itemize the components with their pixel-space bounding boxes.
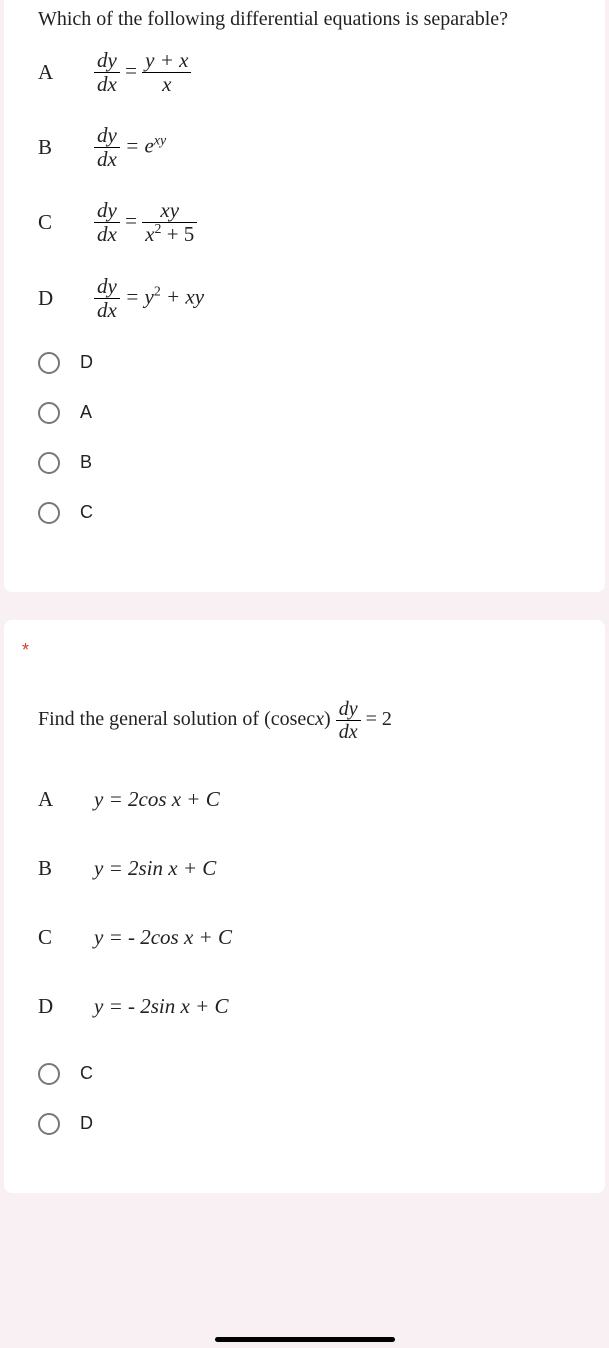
- home-indicator: [215, 1337, 395, 1342]
- radio-icon[interactable]: [38, 352, 60, 374]
- equation-math: dydx = y2 + xy: [94, 275, 204, 322]
- answer-options: C D: [38, 1063, 581, 1135]
- equation-row: B y = 2sin x + C: [38, 856, 581, 881]
- answer-option[interactable]: C: [38, 502, 581, 524]
- answer-options: D A B C: [38, 352, 581, 524]
- radio-icon[interactable]: [38, 502, 60, 524]
- equation-list: A y = 2cos x + C B y = 2sin x + C C y = …: [38, 787, 581, 1019]
- radio-icon[interactable]: [38, 452, 60, 474]
- equation-math: dydx = y + xx: [94, 49, 191, 96]
- radio-icon[interactable]: [38, 1063, 60, 1085]
- question-prompt: Find the general solution of (cosecx) dy…: [38, 698, 581, 743]
- equation-label: B: [38, 135, 94, 160]
- equation-label: B: [38, 856, 94, 881]
- answer-option-label: C: [80, 1063, 93, 1084]
- equation-label: C: [38, 925, 94, 950]
- answer-option-label: C: [80, 502, 93, 523]
- equation-label: A: [38, 60, 94, 85]
- answer-option-label: D: [80, 352, 93, 373]
- equation-row: D dydx = y2 + xy: [38, 275, 581, 322]
- radio-icon[interactable]: [38, 402, 60, 424]
- equation-row: B dydx = exy: [38, 124, 581, 171]
- answer-option-label: A: [80, 402, 92, 423]
- equation-row: C dydx = xy x2 + 5: [38, 199, 581, 246]
- equation-row: A dydx = y + xx: [38, 49, 581, 96]
- equation-math: dydx = exy: [94, 124, 166, 171]
- equation-math: y = - 2cos x + C: [94, 925, 232, 950]
- equation-label: C: [38, 210, 94, 235]
- answer-option[interactable]: A: [38, 402, 581, 424]
- radio-icon[interactable]: [38, 1113, 60, 1135]
- equation-math: y = 2cos x + C: [94, 787, 220, 812]
- answer-option[interactable]: D: [38, 1113, 581, 1135]
- answer-option[interactable]: C: [38, 1063, 581, 1085]
- question-card-1: Which of the following differential equa…: [4, 0, 605, 592]
- equation-math: y = 2sin x + C: [94, 856, 216, 881]
- equation-label: D: [38, 994, 94, 1019]
- question-prompt: Which of the following differential equa…: [38, 8, 581, 31]
- equation-label: D: [38, 286, 94, 311]
- answer-option-label: D: [80, 1113, 93, 1134]
- answer-option[interactable]: B: [38, 452, 581, 474]
- equation-math: dydx = xy x2 + 5: [94, 199, 197, 246]
- equation-row: A y = 2cos x + C: [38, 787, 581, 812]
- question-card-2: * Find the general solution of (cosecx) …: [4, 620, 605, 1193]
- answer-option-label: B: [80, 452, 92, 473]
- equation-row: D y = - 2sin x + C: [38, 994, 581, 1019]
- equation-row: C y = - 2cos x + C: [38, 925, 581, 950]
- required-indicator: *: [22, 640, 29, 661]
- answer-option[interactable]: D: [38, 352, 581, 374]
- equation-math: y = - 2sin x + C: [94, 994, 229, 1019]
- equation-list: A dydx = y + xx B dydx = exy C dydx = xy…: [38, 49, 581, 322]
- equation-label: A: [38, 787, 94, 812]
